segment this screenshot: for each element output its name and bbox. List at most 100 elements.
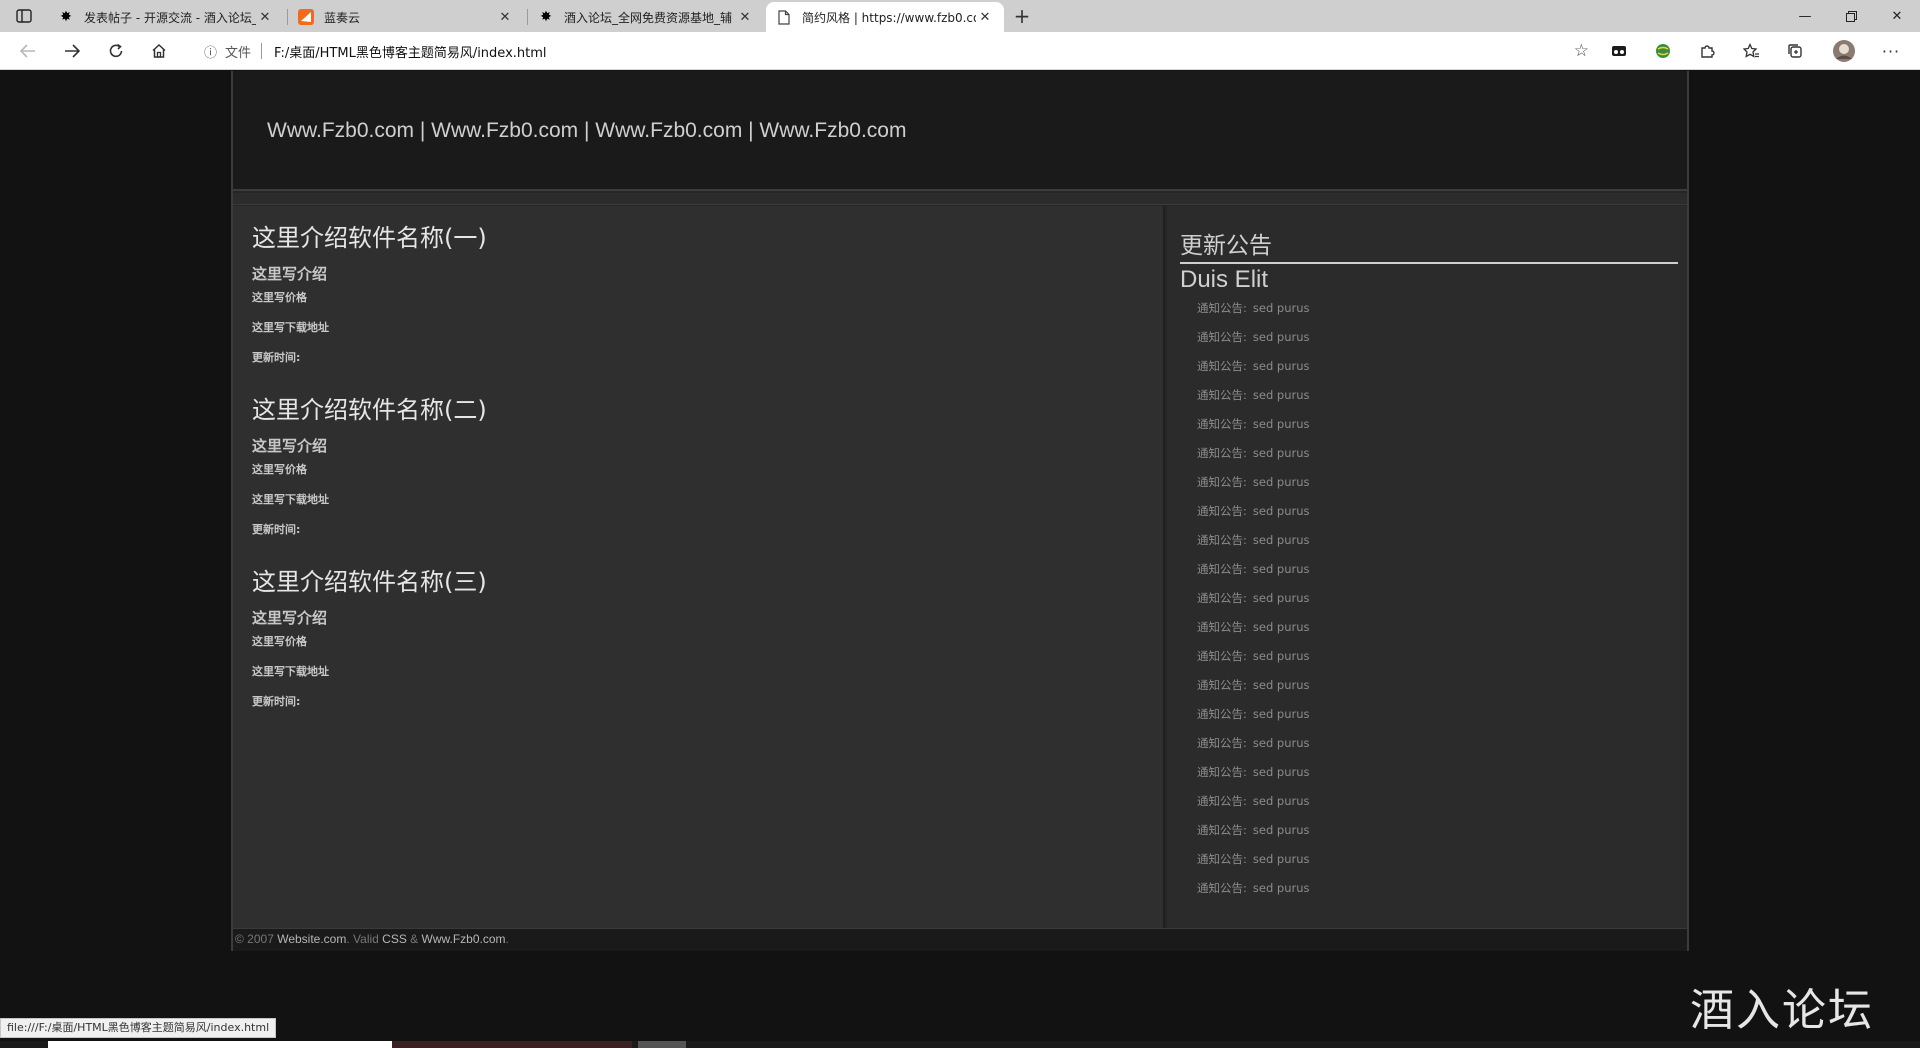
notice-value: sed purus: [1252, 707, 1310, 721]
info-icon[interactable]: ⓘ: [204, 42, 217, 61]
notice-item[interactable]: 通知公告: sed purus: [1197, 621, 1310, 650]
close-tab-icon[interactable]: ✕: [736, 8, 754, 26]
notice-item[interactable]: 通知公告: sed purus: [1197, 650, 1310, 679]
notice-item[interactable]: 通知公告: sed purus: [1197, 534, 1310, 563]
sidebar-subtitle: Duis Elit: [1180, 266, 1269, 293]
arrow-left-icon: [20, 44, 35, 58]
collections-icon: [1788, 44, 1802, 58]
notice-value: sed purus: [1252, 678, 1310, 692]
tab-3[interactable]: ✸ 酒入论坛_全网免费资源基地_辅 ✕: [528, 2, 764, 32]
refresh-button[interactable]: [100, 37, 132, 65]
back-button[interactable]: [12, 37, 44, 65]
notice-item[interactable]: 通知公告: sed purus: [1197, 563, 1310, 592]
avatar: [1833, 40, 1855, 62]
notice-value: sed purus: [1252, 475, 1310, 489]
notice-item[interactable]: 通知公告: sed purus: [1197, 418, 1310, 447]
notice-item[interactable]: 通知公告: sed purus: [1197, 505, 1310, 534]
address-divider: [261, 43, 263, 59]
notice-item[interactable]: 通知公告: sed purus: [1197, 476, 1310, 505]
home-button[interactable]: [143, 37, 175, 65]
browser-toolbar: ⓘ 文件 F:/桌面/HTML黑色博客主题简易风/index.html ☆ ··…: [0, 32, 1920, 70]
notice-item[interactable]: 通知公告: sed purus: [1197, 853, 1310, 882]
close-tab-icon[interactable]: ✕: [976, 8, 994, 26]
notice-item[interactable]: 通知公告: sed purus: [1197, 737, 1310, 766]
notice-item[interactable]: 通知公告: sed purus: [1197, 331, 1310, 360]
notice-item[interactable]: 通知公告: sed purus: [1197, 447, 1310, 476]
tab-1[interactable]: ✸ 发表帖子 - 开源交流 - 酒入论坛_ ✕: [48, 2, 284, 32]
taskbar-window[interactable]: [48, 1041, 392, 1048]
settings-menu-button[interactable]: ···: [1875, 37, 1907, 65]
tab-4-active[interactable]: 简约风格 | https://www.fzb0.com ✕: [766, 2, 1004, 32]
close-window-button[interactable]: ✕: [1874, 0, 1920, 32]
tab-strip: ✸ 发表帖子 - 开源交流 - 酒入论坛_ ✕ 蓝奏云 ✕ ✸ 酒入论坛_全网免…: [0, 0, 1920, 32]
close-tab-icon[interactable]: ✕: [256, 8, 274, 26]
minimize-button[interactable]: —: [1782, 0, 1828, 32]
notice-label: 通知公告:: [1197, 359, 1247, 373]
footer-css-link[interactable]: CSS: [382, 932, 407, 946]
notice-label: 通知公告:: [1197, 504, 1247, 518]
notice-item[interactable]: 通知公告: sed purus: [1197, 679, 1310, 708]
tab-2[interactable]: 蓝奏云 ✕: [288, 2, 524, 32]
notice-value: sed purus: [1252, 852, 1310, 866]
footer-text: .: [505, 932, 509, 946]
forward-button[interactable]: [56, 37, 88, 65]
post-updated: 更新时间:: [252, 695, 301, 708]
url-text[interactable]: F:/桌面/HTML黑色博客主题简易风/index.html: [274, 42, 546, 61]
notice-label: 通知公告:: [1197, 446, 1247, 460]
tab-title: 简约风格 | https://www.fzb0.com: [802, 10, 976, 25]
extension-button[interactable]: [1603, 37, 1635, 65]
notice-item[interactable]: 通知公告: sed purus: [1197, 795, 1310, 824]
notice-value: sed purus: [1252, 649, 1310, 663]
post-title[interactable]: 这里介绍软件名称(三): [252, 562, 487, 597]
notice-label: 通知公告:: [1197, 388, 1247, 402]
notice-item[interactable]: 通知公告: sed purus: [1197, 389, 1310, 418]
footer-brand-link[interactable]: Www.Fzb0.com: [422, 932, 506, 946]
add-favorite-icon[interactable]: ☆: [1574, 41, 1589, 61]
notice-value: sed purus: [1252, 417, 1310, 431]
notice-label: 通知公告:: [1197, 852, 1247, 866]
notice-value: sed purus: [1252, 330, 1310, 344]
notice-item[interactable]: 通知公告: sed purus: [1197, 708, 1310, 737]
notice-list: 通知公告: sed purus 通知公告: sed purus 通知公告: sed pur…: [1197, 302, 1310, 911]
notice-value: sed purus: [1252, 794, 1310, 808]
favorites-icon: [1742, 43, 1759, 58]
close-tab-icon[interactable]: ✕: [496, 8, 514, 26]
header-links[interactable]: Www.Fzb0.com | Www.Fzb0.com | Www.Fzb0.c…: [267, 119, 906, 143]
notice-label: 通知公告:: [1197, 591, 1247, 605]
post-title[interactable]: 这里介绍软件名称(二): [252, 390, 487, 425]
notice-item[interactable]: 通知公告: sed purus: [1197, 824, 1310, 853]
address-bar[interactable]: ⓘ 文件 F:/桌面/HTML黑色博客主题简易风/index.html ☆: [190, 36, 1595, 66]
tab-actions-icon: [16, 9, 32, 23]
more-icon: ···: [1881, 41, 1901, 61]
tab-actions-button[interactable]: [8, 4, 40, 28]
tab-title: 酒入论坛_全网免费资源基地_辅: [564, 10, 733, 25]
extensions-button[interactable]: [1691, 37, 1723, 65]
notice-item[interactable]: 通知公告: sed purus: [1197, 302, 1310, 331]
notice-label: 通知公告:: [1197, 649, 1247, 663]
notice-label: 通知公告:: [1197, 881, 1247, 895]
post-title[interactable]: 这里介绍软件名称(一): [252, 218, 487, 253]
plus-icon: +: [1013, 4, 1031, 28]
taskbar-window[interactable]: [638, 1041, 686, 1048]
web-page: Www.Fzb0.com | Www.Fzb0.com | Www.Fzb0.c…: [0, 71, 1920, 1036]
collections-button[interactable]: [1779, 37, 1811, 65]
home-icon: [152, 43, 166, 58]
post-updated: 更新时间:: [252, 351, 301, 364]
footer-text: &: [406, 932, 422, 946]
restore-button[interactable]: [1828, 0, 1874, 32]
notice-item[interactable]: 通知公告: sed purus: [1197, 592, 1310, 621]
notice-item[interactable]: 通知公告: sed purus: [1197, 360, 1310, 389]
notice-label: 通知公告:: [1197, 330, 1247, 344]
new-tab-button[interactable]: +: [1008, 4, 1036, 28]
notice-label: 通知公告:: [1197, 475, 1247, 489]
footer-website-link[interactable]: Website.com: [277, 932, 346, 946]
incognito-extension-icon: [1612, 46, 1626, 56]
notice-item[interactable]: 通知公告: sed purus: [1197, 766, 1310, 795]
notice-item[interactable]: 通知公告: sed purus: [1197, 882, 1310, 911]
tab-title: 蓝奏云: [324, 10, 361, 25]
extension-button[interactable]: [1647, 37, 1679, 65]
lanzou-logo-icon: [298, 9, 314, 25]
profile-button[interactable]: [1828, 37, 1860, 65]
taskbar-window[interactable]: [392, 1041, 632, 1048]
favorites-button[interactable]: [1735, 37, 1767, 65]
